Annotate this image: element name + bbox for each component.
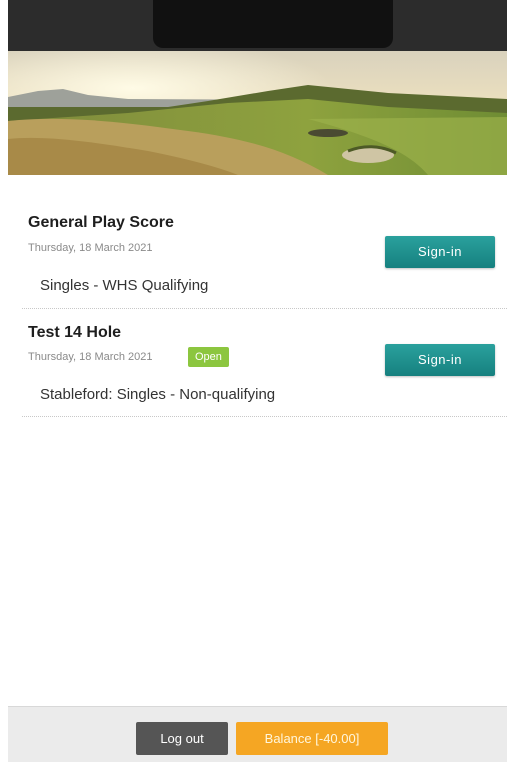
balance-button[interactable]: Balance [-40.00] — [236, 722, 388, 755]
event-description: Stableford: Singles - Non-qualifying — [40, 386, 276, 403]
event-date: Thursday, 18 March 2021 — [28, 351, 153, 363]
footer-bar: Log out Balance [-40.00] — [8, 706, 507, 762]
device-notch — [153, 0, 393, 48]
golf-course-banner-image — [8, 51, 507, 175]
event-description: Singles - WHS Qualifying — [40, 277, 209, 294]
status-bar — [8, 0, 507, 51]
event-date: Thursday, 18 March 2021 — [28, 242, 153, 254]
sign-in-button[interactable]: Sign-in — [385, 344, 495, 376]
logout-button[interactable]: Log out — [136, 722, 228, 755]
event-item-general-play-score: General Play Score Thursday, 18 March 20… — [22, 200, 507, 309]
app-screen: General Play Score Thursday, 18 March 20… — [8, 0, 507, 762]
event-item-test-14-hole: Test 14 Hole Thursday, 18 March 2021 Ope… — [22, 310, 507, 417]
event-title: General Play Score — [28, 214, 174, 231]
status-badge: Open — [188, 347, 229, 367]
event-title: Test 14 Hole — [28, 324, 122, 341]
sign-in-button[interactable]: Sign-in — [385, 236, 495, 268]
